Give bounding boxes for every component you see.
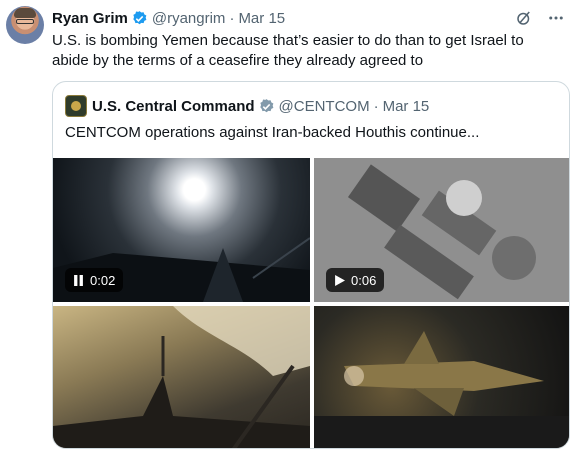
verified-badge-icon (133, 10, 147, 24)
quote-header: U.S. Central Command @CENTCOM · Mar 15 (65, 95, 429, 117)
media-image-4[interactable] (314, 306, 569, 448)
video-duration-badge[interactable]: 0:02 (65, 268, 124, 292)
tweet-actions (515, 9, 565, 27)
more-icon[interactable] (547, 9, 565, 27)
separator-dot: · (373, 97, 379, 115)
centcom-logo[interactable] (65, 95, 87, 117)
tweet-header: Ryan Grim @ryangrim · Mar 15 (52, 8, 565, 28)
warship-launch-image (53, 306, 310, 448)
author-handle[interactable]: @ryangrim (152, 10, 226, 27)
fighter-jet-image (314, 331, 569, 448)
quoted-tweet[interactable]: U.S. Central Command @CENTCOM · Mar 15 C… (52, 81, 570, 449)
avatar-hair (14, 8, 36, 18)
grok-icon[interactable] (515, 9, 533, 27)
separator-dot: · (229, 9, 235, 27)
media-video-2[interactable]: 0:06 (314, 158, 569, 302)
video-duration: 0:06 (351, 272, 377, 288)
media-video-1[interactable]: 0:02 (53, 158, 310, 302)
author-name[interactable]: Ryan Grim (52, 10, 128, 27)
quote-author-handle[interactable]: @CENTCOM (279, 98, 370, 115)
video-duration-badge[interactable]: 0:06 (326, 268, 385, 292)
avatar-glasses (16, 19, 34, 24)
verified-badge-icon (259, 98, 273, 112)
quote-date[interactable]: Mar 15 (383, 98, 430, 115)
quote-author-name[interactable]: U.S. Central Command (92, 98, 255, 115)
quote-text: CENTCOM operations against Iran-backed H… (65, 124, 480, 141)
author-avatar[interactable] (6, 6, 44, 44)
tweet-text: U.S. is bombing Yemen because that’s eas… (52, 32, 524, 69)
play-icon[interactable] (334, 274, 345, 286)
video-duration: 0:02 (90, 272, 116, 288)
tweet-date[interactable]: Mar 15 (238, 10, 285, 27)
pause-icon[interactable] (73, 274, 84, 286)
media-image-3[interactable] (53, 306, 310, 448)
media-grid: 0:02 0:06 (53, 158, 569, 448)
